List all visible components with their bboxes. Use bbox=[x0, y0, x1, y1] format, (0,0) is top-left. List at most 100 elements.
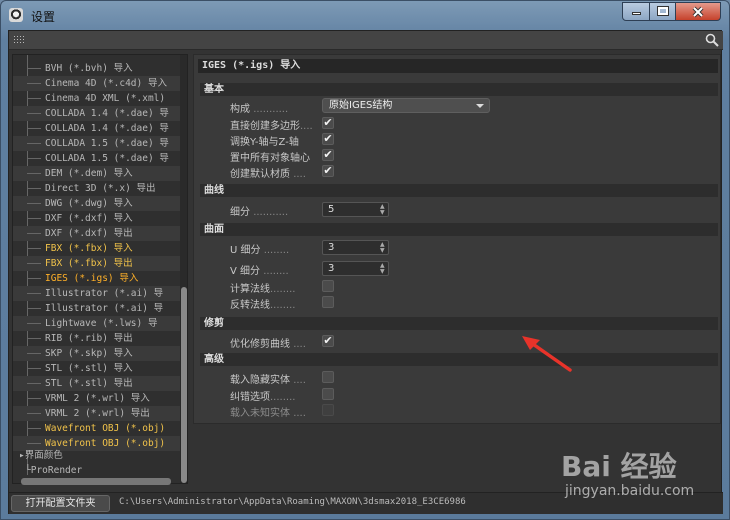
tree-item-prorender[interactable]: └ProRender bbox=[25, 463, 183, 478]
tree-item-label: Wavefront OBJ (*.obj) bbox=[45, 423, 166, 434]
tree-item[interactable]: SKP (*.skp) 导入 bbox=[13, 346, 183, 361]
tree-connector bbox=[27, 113, 41, 114]
center-axis-label: 置中所有对象轴心 bbox=[230, 153, 310, 164]
tree-item-label: 界面颜色 bbox=[24, 450, 63, 461]
tree-item-label: Illustrator (*.ai) 导 bbox=[45, 303, 164, 314]
minimize-icon bbox=[631, 12, 641, 15]
maximize-button[interactable] bbox=[649, 2, 676, 21]
tree-item-interface-colors[interactable]: ▸界面颜色 bbox=[19, 448, 177, 463]
section-trim[interactable]: 修剪 bbox=[200, 317, 718, 330]
tree-item[interactable]: DXF (*.dxf) 导入 bbox=[13, 211, 183, 226]
tree-item[interactable]: COLLADA 1.4 (*.dae) 导 bbox=[13, 106, 183, 121]
tree-item[interactable]: Illustrator (*.ai) 导 bbox=[13, 301, 183, 316]
tree-horizontal-scrollbar[interactable] bbox=[21, 478, 171, 485]
tree-item[interactable]: Cinema 4D XML (*.xml) bbox=[13, 91, 183, 106]
tree-connector bbox=[27, 278, 41, 279]
tree-item[interactable]: DWG (*.dwg) 导入 bbox=[13, 196, 183, 211]
optimize-trim-checkbox[interactable]: ✔ bbox=[322, 335, 334, 347]
load-hidden-label: 载入隐藏实体 .... bbox=[230, 375, 306, 386]
tree-item-label: DEM (*.dem) 导入 bbox=[45, 168, 133, 179]
search-icon[interactable] bbox=[705, 33, 719, 47]
tree-item[interactable]: COLLADA 1.4 (*.dae) 导 bbox=[13, 121, 183, 136]
tree-item[interactable]: Illustrator (*.ai) 导 bbox=[13, 286, 183, 301]
tree-item-label: FBX (*.fbx) 导出 bbox=[45, 258, 133, 269]
load-hidden-checkbox[interactable] bbox=[322, 371, 334, 383]
section-surface[interactable]: 曲面 bbox=[200, 223, 718, 236]
tree-connector bbox=[27, 128, 41, 129]
v-subdiv-spinner[interactable]: 3 ▲ ▼ bbox=[322, 261, 389, 276]
spinner-arrows-icon[interactable]: ▲ ▼ bbox=[380, 242, 386, 254]
curve-subdiv-label: 细分 ........... bbox=[230, 207, 289, 218]
tree-item[interactable]: COLLADA 1.5 (*.dae) 导 bbox=[13, 151, 183, 166]
tree-item-label: DXF (*.dxf) 导出 bbox=[45, 228, 133, 239]
tree-item[interactable]: COLLADA 1.5 (*.dae) 导 bbox=[13, 136, 183, 151]
tree-item[interactable]: Direct 3D (*.x) 导出 bbox=[13, 181, 183, 196]
spinner-arrows-icon[interactable]: ▲ ▼ bbox=[380, 263, 386, 275]
tree-item-label: DXF (*.dxf) 导入 bbox=[45, 213, 133, 224]
tree-connector bbox=[27, 323, 41, 324]
tree-connector bbox=[27, 383, 41, 384]
tree-item[interactable]: FBX (*.fbx) 导入 bbox=[13, 241, 183, 256]
structure-dropdown[interactable]: 原始IGES结构 bbox=[322, 98, 490, 113]
tree-item[interactable]: Cinema 4D (*.c4d) 导入 bbox=[13, 76, 183, 91]
tree-item[interactable]: VRML 2 (*.wrl) 导入 bbox=[13, 391, 183, 406]
tree-connector bbox=[27, 98, 41, 99]
tree-item-label: VRML 2 (*.wrl) 导出 bbox=[45, 408, 150, 419]
tree-scroll-thumb[interactable] bbox=[181, 287, 187, 483]
tree-item[interactable]: STL (*.stl) 导出 bbox=[13, 376, 183, 391]
tree-connector bbox=[27, 428, 41, 429]
tree-item[interactable]: IGES (*.igs) 导入 bbox=[13, 271, 183, 286]
config-path: C:\Users\Administrator\AppData\Roaming\M… bbox=[119, 497, 466, 507]
v-subdiv-label: V 细分 ........ bbox=[230, 266, 289, 277]
close-button[interactable] bbox=[675, 2, 721, 21]
flip-normals-checkbox[interactable] bbox=[322, 296, 334, 308]
tree-item-label: DWG (*.dwg) 导入 bbox=[45, 198, 133, 209]
tree-connector bbox=[27, 218, 41, 219]
tree-item-label: FBX (*.fbx) 导入 bbox=[45, 243, 133, 254]
default-material-label: 创建默认材质 .... bbox=[230, 169, 306, 180]
tree-item-label: Lightwave (*.lws) 导 bbox=[45, 318, 158, 329]
tree-vertical-scrollbar[interactable] bbox=[180, 55, 187, 483]
u-subdiv-spinner[interactable]: 3 ▲ ▼ bbox=[322, 240, 389, 255]
tree-item[interactable]: Wavefront OBJ (*.obj) bbox=[13, 421, 183, 436]
minimize-button[interactable] bbox=[622, 2, 650, 21]
tree-item[interactable]: STL (*.stl) 导入 bbox=[13, 361, 183, 376]
tree-connector bbox=[27, 173, 41, 174]
tree-item[interactable]: Lightwave (*.lws) 导 bbox=[13, 316, 183, 331]
tree-item-label: ProRender bbox=[30, 465, 83, 476]
section-basic[interactable]: 基本 bbox=[200, 83, 718, 96]
swap-yz-checkbox[interactable]: ✔ bbox=[322, 133, 334, 145]
tree-item-label: COLLADA 1.4 (*.dae) 导 bbox=[45, 108, 169, 119]
tree-item[interactable]: VRML 2 (*.wrl) 导出 bbox=[13, 406, 183, 421]
default-material-checkbox[interactable]: ✔ bbox=[322, 165, 334, 177]
tree-connector bbox=[27, 338, 41, 339]
iges-import-panel: IGES (*.igs) 导入 基本 构成 ........... 原始IGES… bbox=[193, 54, 721, 424]
tree-item-label: STL (*.stl) 导入 bbox=[45, 363, 133, 374]
tree-item-label: BVH (*.bvh) 导入 bbox=[45, 63, 133, 74]
section-advanced[interactable]: 高级 bbox=[200, 353, 718, 366]
spinner-arrows-icon[interactable]: ▲ ▼ bbox=[380, 204, 386, 216]
tree-connector bbox=[27, 368, 41, 369]
title-bar[interactable]: 设置 bbox=[1, 1, 729, 29]
cinema4d-app-icon bbox=[9, 8, 23, 22]
error-options-checkbox[interactable] bbox=[322, 388, 334, 400]
tree-item[interactable]: BVH (*.bvh) 导入 bbox=[13, 61, 183, 76]
center-axis-checkbox[interactable]: ✔ bbox=[322, 149, 334, 161]
grip-icon[interactable] bbox=[13, 35, 25, 45]
tree-connector bbox=[27, 68, 41, 69]
open-config-folder-button[interactable]: 打开配置文件夹 bbox=[11, 495, 110, 512]
tree-item[interactable]: DEM (*.dem) 导入 bbox=[13, 166, 183, 181]
tree-item[interactable]: RIB (*.rib) 导出 bbox=[13, 331, 183, 346]
tree-item-label: RIB (*.rib) 导出 bbox=[45, 333, 133, 344]
section-curve[interactable]: 曲线 bbox=[200, 184, 718, 197]
load-unknown-label: 载入未知实体 .... bbox=[230, 408, 306, 419]
tree-item[interactable]: DXF (*.dxf) 导出 bbox=[13, 226, 183, 241]
curve-subdiv-spinner[interactable]: 5 ▲ ▼ bbox=[322, 202, 389, 217]
tree-item[interactable]: FBX (*.fbx) 导出 bbox=[13, 256, 183, 271]
direct-polygon-checkbox[interactable]: ✔ bbox=[322, 117, 334, 129]
calc-normals-checkbox[interactable] bbox=[322, 280, 334, 292]
tree-connector bbox=[27, 188, 41, 189]
tree-item-label: Cinema 4D XML (*.xml) bbox=[45, 93, 166, 104]
tree-connector bbox=[27, 398, 41, 399]
red-annotation-arrow-icon bbox=[522, 336, 572, 372]
